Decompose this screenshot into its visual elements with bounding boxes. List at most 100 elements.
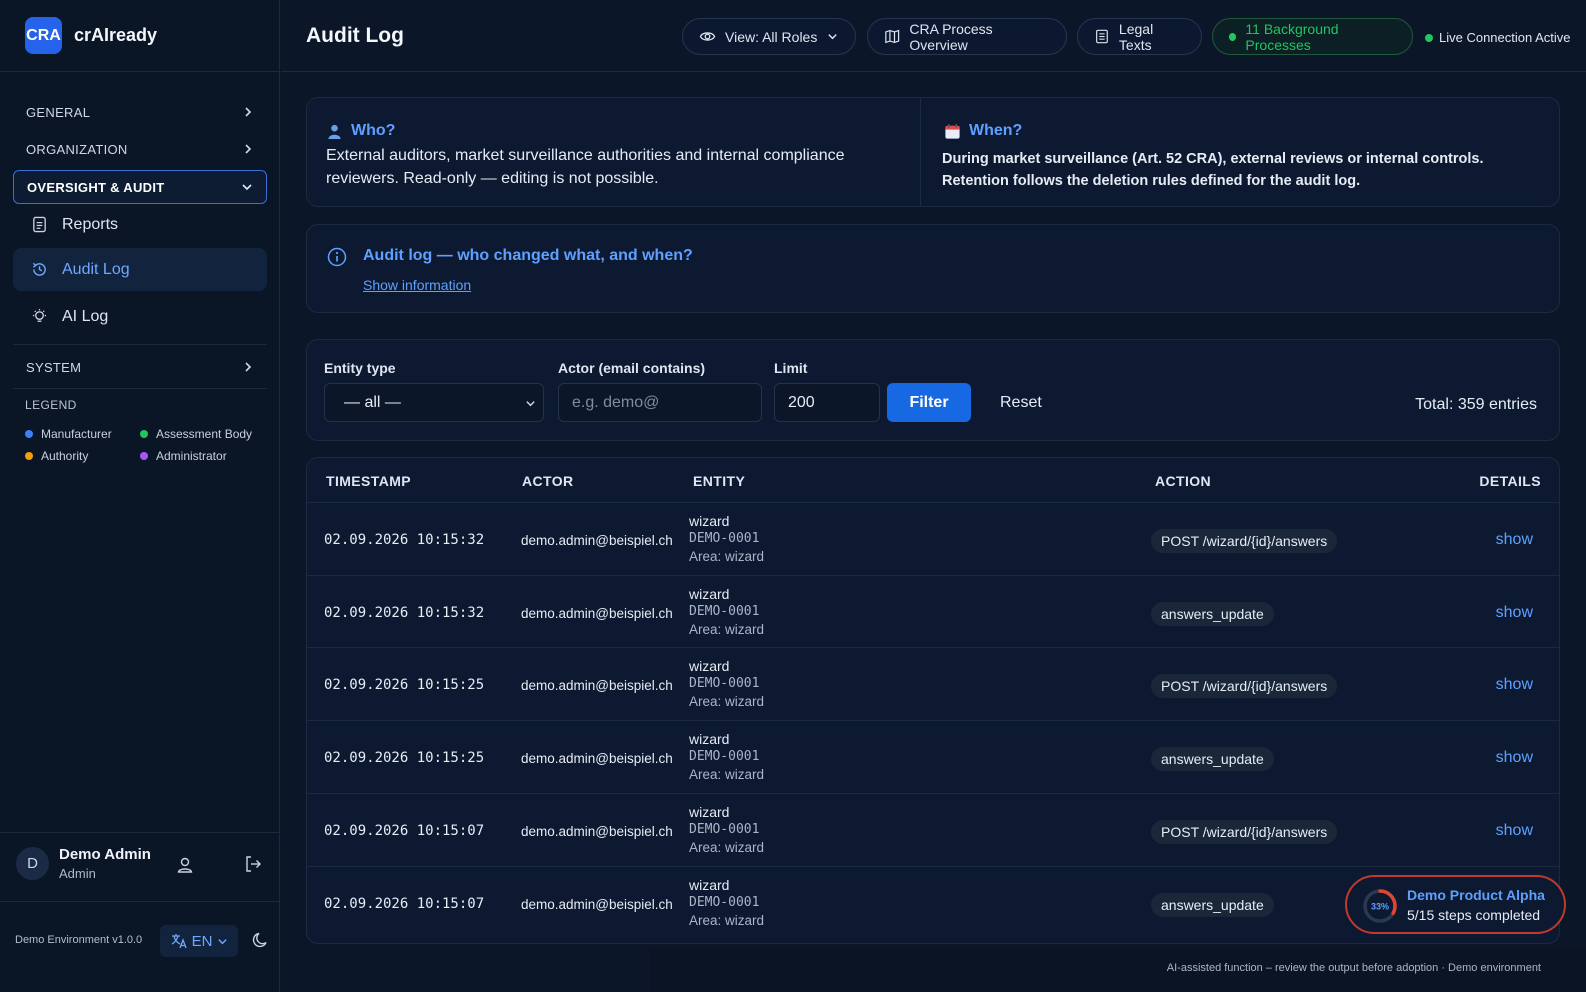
map-icon [885, 29, 900, 44]
entity-area: Area: wizard [689, 767, 765, 782]
view-role-selector[interactable]: View: All Roles [682, 18, 856, 55]
legend-dot [25, 452, 33, 460]
logout-icon[interactable] [243, 854, 263, 874]
cell-timestamp: 02.09.2026 10:15:07 [324, 896, 485, 912]
live-connection-status: Live Connection Active [1425, 30, 1571, 45]
nav-section-organization[interactable]: ORGANIZATION [13, 132, 267, 166]
info-card: Audit log — who changed what, and when? … [306, 224, 1560, 313]
limit-label: Limit [774, 360, 808, 376]
product-progress-widget[interactable]: 33% Demo Product Alpha 5/15 steps comple… [1345, 875, 1566, 934]
info-title: Audit log — who changed what, and when? [363, 247, 693, 264]
page-title: Audit Log [306, 24, 404, 47]
user-name: Demo Admin [59, 846, 151, 863]
nav-section-system[interactable]: SYSTEM [13, 350, 267, 384]
table-row[interactable]: 02.09.2026 10:15:25 demo.admin@beispiel.… [307, 647, 1559, 720]
when-title: When? [944, 122, 1022, 140]
top-header: Audit Log View: All Roles CRA Process Ov… [281, 0, 1586, 72]
show-information-link[interactable]: Show information [363, 277, 471, 293]
avatar[interactable]: D [16, 847, 49, 880]
brand-name: crAIready [74, 25, 158, 45]
language-label: EN [191, 932, 213, 950]
table-row[interactable]: 02.09.2026 10:15:25 demo.admin@beispiel.… [307, 720, 1559, 793]
show-details-link[interactable]: show [1496, 676, 1533, 694]
divider [13, 344, 267, 345]
cell-timestamp: 02.09.2026 10:15:25 [324, 677, 485, 693]
cell-timestamp: 02.09.2026 10:15:25 [324, 750, 485, 766]
entity-id: DEMO-0001 [689, 895, 760, 910]
cell-actor: demo.admin@beispiel.ch [521, 897, 673, 912]
column-header-details[interactable]: DETAILS [1479, 473, 1541, 489]
when-text: During market surveillance (Art. 52 CRA)… [942, 151, 1484, 189]
limit-input[interactable]: 200 [774, 383, 880, 422]
steps-completed: 5/15 steps completed [1407, 907, 1541, 923]
audit-table: TIMESTAMP ACTOR ENTITY ACTION DETAILS 02… [306, 457, 1560, 944]
environment-version: Demo Environment v1.0.0 [15, 934, 143, 946]
footer-note-text: AI-assisted function – review the output… [1166, 962, 1541, 974]
legend-dot [25, 430, 33, 438]
entity-type-select[interactable]: — all — [324, 383, 544, 422]
sidebar-item-audit-log[interactable]: Audit Log [13, 248, 267, 291]
show-details-link[interactable]: show [1496, 604, 1533, 622]
table-row[interactable]: 02.09.2026 10:15:07 demo.admin@beispiel.… [307, 793, 1559, 866]
entity-area: Area: wizard [689, 622, 765, 637]
show-details-link[interactable]: show [1496, 749, 1533, 767]
table-row[interactable]: 02.09.2026 10:15:32 demo.admin@beispiel.… [307, 575, 1559, 648]
nav-section-general[interactable]: GENERAL [13, 95, 267, 129]
cell-timestamp: 02.09.2026 10:15:32 [324, 605, 485, 621]
chevron-right-icon [245, 362, 252, 372]
table-row[interactable]: 02.09.2026 10:15:32 demo.admin@beispiel.… [307, 502, 1559, 575]
legend-label: Manufacturer [41, 427, 112, 441]
legend-item-authority: Authority [25, 449, 88, 463]
legal-texts-button[interactable]: Legal Texts [1077, 18, 1202, 55]
background-processes-button[interactable]: 11 Background Processes [1212, 18, 1413, 55]
sidebar-item-reports[interactable]: Reports [13, 203, 267, 246]
who-when-card: Who? External auditors, market surveilla… [306, 97, 1560, 207]
sidebar-item-label: Audit Log [62, 260, 130, 278]
entity-area: Area: wizard [689, 840, 765, 855]
legend-item-administrator: Administrator [140, 449, 227, 463]
column-header-timestamp[interactable]: TIMESTAMP [326, 473, 411, 489]
reset-button[interactable]: Reset [1000, 394, 1042, 412]
entity-area: Area: wizard [689, 549, 765, 564]
legal-texts-label: Legal Texts [1118, 20, 1154, 53]
entity-type: wizard [689, 513, 730, 529]
show-details-link[interactable]: show [1496, 531, 1533, 549]
sidebar-item-ai-log[interactable]: AI Log [13, 295, 267, 338]
cell-timestamp: 02.09.2026 10:15:07 [324, 823, 485, 839]
cra-process-overview-button[interactable]: CRA Process Overview [867, 18, 1067, 55]
entity-id: DEMO-0001 [689, 604, 760, 619]
cell-entity: wizard DEMO-0001 Area: wizard [689, 876, 764, 930]
report-icon [33, 216, 46, 233]
calendar-icon [945, 123, 960, 139]
column-header-entity[interactable]: ENTITY [693, 473, 745, 489]
actor-input[interactable]: e.g. demo@ [558, 383, 762, 422]
who-text: External auditors, market surveillance a… [326, 147, 845, 187]
nav-section-oversight-audit[interactable]: OVERSIGHT & AUDIT [13, 170, 267, 204]
brand[interactable]: CRA crAIready [0, 0, 279, 72]
divider [920, 98, 921, 206]
cell-actor: demo.admin@beispiel.ch [521, 751, 673, 766]
column-header-actor[interactable]: ACTOR [522, 473, 574, 489]
entity-id: DEMO-0001 [689, 822, 760, 837]
language-selector[interactable]: EN [160, 925, 238, 957]
action-badge: answers_update [1151, 602, 1274, 626]
filter-button[interactable]: Filter [887, 383, 971, 422]
action-badge: answers_update [1151, 893, 1274, 917]
entity-type: wizard [689, 804, 730, 820]
show-details-link[interactable]: show [1496, 822, 1533, 840]
cell-entity: wizard DEMO-0001 Area: wizard [689, 657, 764, 711]
status-dot [1229, 32, 1237, 41]
entity-id: DEMO-0001 [689, 749, 760, 764]
legend-label: Assessment Body [156, 427, 253, 441]
entity-type: wizard [689, 658, 730, 674]
nav-section-label: ORGANIZATION [26, 141, 128, 157]
entity-type-label: Entity type [324, 360, 396, 376]
cell-actor: demo.admin@beispiel.ch [521, 606, 673, 621]
person-icon [328, 124, 341, 139]
entity-type: wizard [689, 586, 730, 602]
moon-icon[interactable] [252, 931, 270, 949]
divider [13, 388, 267, 389]
column-header-action[interactable]: ACTION [1155, 473, 1211, 489]
cell-actor: demo.admin@beispiel.ch [521, 678, 673, 693]
profile-icon[interactable] [175, 855, 195, 875]
